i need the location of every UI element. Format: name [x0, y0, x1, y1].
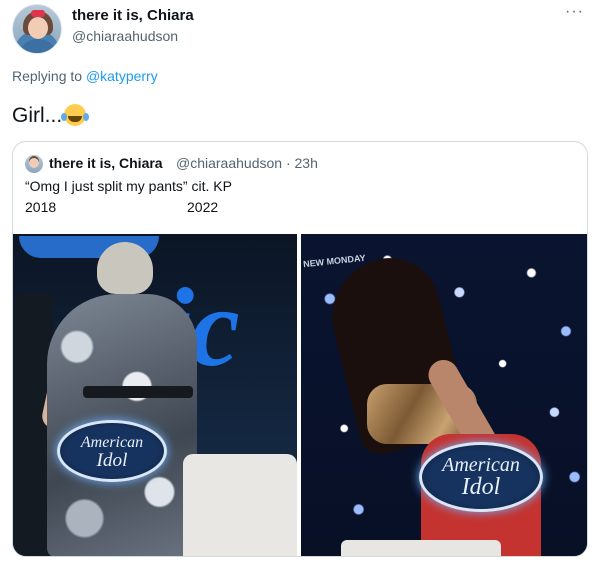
- dress-belt: [83, 386, 193, 398]
- author-avatar[interactable]: [12, 4, 62, 54]
- badge-right-line1: American: [442, 454, 520, 476]
- quoted-tweet[interactable]: there it is, Chiara @chiaraahudson · 23h…: [12, 141, 588, 557]
- badge-right-line2: Idol: [461, 474, 501, 500]
- author-handle[interactable]: @chiaraahudson: [72, 28, 178, 44]
- quoted-author-meta: @chiaraahudson · 23h: [176, 155, 318, 171]
- media-image-right[interactable]: NEW MONDAY American Idol: [301, 234, 587, 556]
- media-image-left[interactable]: ic American Idol: [13, 234, 297, 556]
- tears-of-joy-emoji-icon: [61, 104, 87, 126]
- tweet-text-content: Girl...: [12, 104, 63, 127]
- performer-hair: [97, 242, 153, 294]
- quoted-year-right: 2022: [187, 199, 219, 215]
- quoted-author-avatar[interactable]: [25, 155, 43, 173]
- badge-left-line1: American: [80, 434, 144, 451]
- replying-prefix: Replying to: [12, 68, 83, 84]
- quoted-year-left: 2018: [25, 199, 57, 215]
- american-idol-logo-right: American Idol: [419, 442, 543, 512]
- judge-chair: [183, 454, 297, 556]
- avatar-shirt: [19, 39, 57, 53]
- quoted-media[interactable]: ic American Idol NEW MONDAY American Ido…: [13, 234, 587, 556]
- badge-left-line2: Idol: [96, 450, 128, 471]
- quoted-author-name[interactable]: there it is, Chiara: [49, 155, 163, 171]
- reply-mention-link[interactable]: @katyperry: [86, 68, 158, 84]
- quoted-text-line: “Omg I just split my pants” cit. KP: [25, 178, 232, 194]
- american-idol-logo-left: American Idol: [57, 420, 167, 482]
- more-options-icon[interactable]: ···: [565, 3, 584, 21]
- replying-to: Replying to @katyperry: [12, 68, 158, 84]
- tweet-text: Girl...: [12, 104, 87, 128]
- author-display-name[interactable]: there it is, Chiara: [72, 7, 194, 24]
- avatar-face: [28, 17, 48, 39]
- tweet-card: there it is, Chiara @chiaraahudson ··· R…: [0, 0, 600, 570]
- judge-chair-right: [341, 540, 501, 556]
- avatar-bow: [31, 10, 45, 17]
